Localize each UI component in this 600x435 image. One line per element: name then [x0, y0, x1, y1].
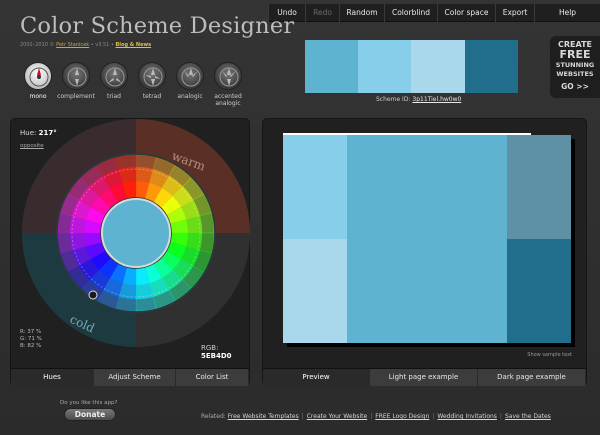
rgb-label: RGB: [201, 344, 219, 352]
preview-dark-color [507, 239, 571, 343]
preview-lighter-color [283, 239, 347, 343]
preview-panel-tabs: Preview Light page example Dark page exa… [263, 368, 586, 386]
rgb-hex-readout: RGB: 5EB4D0 [201, 344, 249, 360]
blue-percent: B: 82 % [20, 343, 42, 349]
menu-export[interactable]: Export [495, 4, 534, 22]
triad-icon [100, 62, 128, 90]
scheme-id-label: Scheme ID: [376, 96, 411, 103]
preview-muted-color [507, 135, 571, 239]
hue-selector-handle[interactable] [88, 290, 98, 300]
swatch-dark[interactable] [465, 40, 518, 93]
ad-line: WEBSITES [556, 70, 594, 78]
related-label: Related: [201, 413, 226, 420]
wheel-panel-tabs: Hues Adjust Scheme Color List [11, 368, 249, 386]
swatch-primary[interactable] [305, 40, 358, 93]
tab-light-page-example[interactable]: Light page example [370, 369, 478, 386]
selected-color-center [101, 198, 171, 268]
color-wheel-panel: Hue: 217° opposite warm cold R: 37 % G: … [10, 118, 250, 386]
show-sample-text-link[interactable]: Show sample text [527, 352, 572, 358]
ad-banner[interactable]: CREATE FREE STUNNING WEBSITES GO >> [550, 36, 600, 98]
scheme-id: Scheme ID: 3p11Tiel.hw0w0 [376, 96, 461, 103]
copyright-text: 2002–2010 © [20, 42, 57, 48]
tetrad-icon [138, 62, 166, 90]
analogic-icon [176, 62, 204, 90]
preview-canvas [283, 133, 575, 347]
related-links: Related: Free Website Templates | Create Y… [201, 413, 551, 420]
ad-line: FREE [559, 48, 591, 61]
mono-icon [24, 62, 52, 90]
swatch-lighter[interactable] [411, 40, 465, 93]
menu-colorblind[interactable]: Colorblind [384, 4, 437, 22]
ad-line: STUNNING [555, 61, 595, 69]
rgb-percent-readout: R: 37 % G: 71 % B: 82 % [20, 329, 42, 350]
link-separator: | [370, 413, 373, 420]
blog-link[interactable]: Blog & News [116, 42, 152, 48]
author-link[interactable]: Petr Stanicek [56, 42, 89, 48]
tab-color-list[interactable]: Color List [176, 369, 249, 386]
related-link[interactable]: FREE Logo Design [375, 413, 429, 420]
swatch-light[interactable] [358, 40, 411, 93]
related-link[interactable]: Free Website Templates [228, 413, 299, 420]
donate-prompt: Do you like this app? [60, 400, 118, 406]
related-link[interactable]: Create Your Website [307, 413, 367, 420]
scheme-id-link[interactable]: 3p11Tiel.hw0w0 [412, 96, 461, 103]
version-text: • v3.51 • [89, 42, 116, 48]
green-percent: G: 71 % [20, 336, 42, 342]
donate-button[interactable]: Donate [64, 408, 116, 421]
menu-color-space[interactable]: Color space [437, 4, 495, 22]
related-link[interactable]: Save the Dates [505, 413, 551, 420]
accented-analogic-icon [214, 62, 242, 90]
link-separator: | [499, 413, 502, 420]
menu-redo[interactable]: Redo [305, 4, 339, 22]
related-link[interactable]: Wedding Invitations [437, 413, 497, 420]
menu-random[interactable]: Random [339, 4, 384, 22]
red-percent: R: 37 % [20, 329, 42, 335]
tab-preview[interactable]: Preview [263, 369, 370, 386]
app-subtitle: 2002–2010 © Petr Stanicek • v3.51 • Blog… [20, 42, 151, 48]
rgb-value[interactable]: 5EB4D0 [201, 352, 232, 360]
link-separator: | [301, 413, 304, 420]
tab-hues[interactable]: Hues [11, 369, 94, 386]
ad-go-link[interactable]: GO >> [550, 82, 600, 91]
scheme-type-selector: mono complement triad tetrad analogic ac… [20, 62, 260, 112]
preview-panel: Show sample text Preview Light page exam… [262, 118, 587, 386]
complement-icon [62, 62, 90, 90]
tab-dark-page-example[interactable]: Dark page example [478, 369, 586, 386]
app-window: Undo Redo Random Colorblind Color space … [0, 0, 600, 435]
menu-help[interactable]: Help [534, 4, 600, 22]
top-menu: Undo Redo Random Colorblind Color space … [268, 4, 600, 22]
scheme-swatches [305, 40, 518, 93]
app-title: Color Scheme Designer [20, 13, 295, 39]
tab-adjust-scheme[interactable]: Adjust Scheme [94, 369, 176, 386]
link-separator: | [432, 413, 435, 420]
scheme-type-accented-analogic[interactable]: accented analogic [206, 62, 250, 107]
preview-light-color [283, 135, 347, 239]
color-wheel[interactable]: warm cold [11, 119, 251, 369]
scheme-type-label: accented analogic [214, 93, 242, 107]
